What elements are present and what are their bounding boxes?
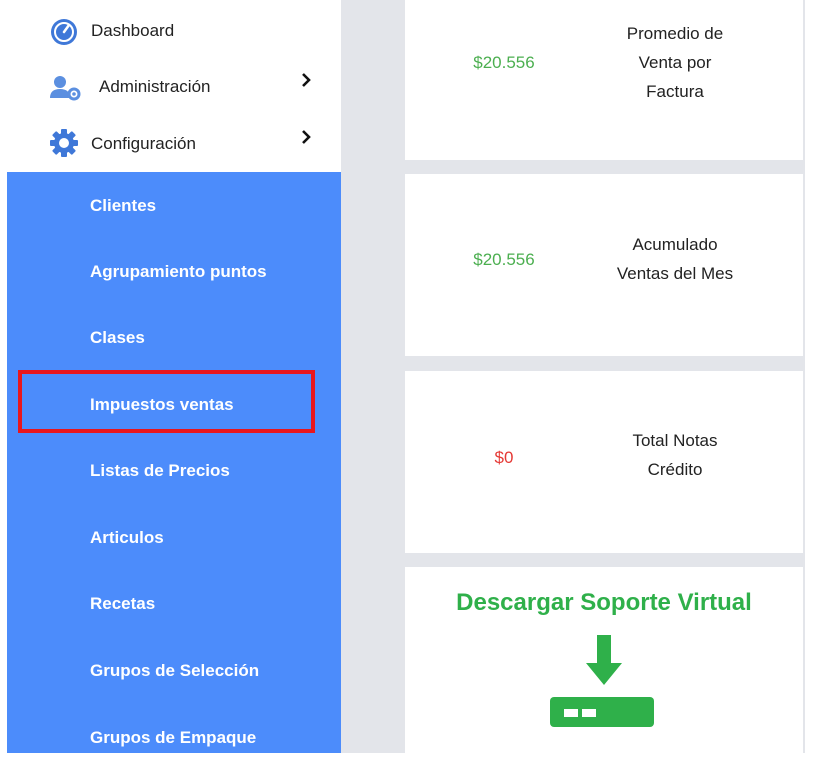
chevron-right-icon [300,129,312,145]
stat-value: $20.556 [473,53,535,72]
sidebar-item-administracion[interactable]: Administración [0,60,341,110]
gear-icon [48,127,80,159]
submenu-item-label: Recetas [90,594,156,613]
submenu-item-label: Articulos [90,528,164,547]
sidebar-item-configuracion[interactable]: Configuración [0,117,341,167]
submenu-item-impuestos-ventas[interactable]: Impuestos ventas [7,371,341,437]
submenu-item-label: Grupos de Selección [90,661,260,680]
submenu-item-label: Agrupamiento puntos [90,262,267,281]
sidebar-item-label: Administración [99,77,211,96]
submenu-item-label: Clientes [90,196,157,215]
chevron-right-icon [300,72,312,88]
gauge-icon [48,14,80,46]
sidebar-item-label: Dashboard [91,21,175,40]
submenu-item-agrupamiento-puntos[interactable]: Agrupamiento puntos [7,238,341,304]
stat-value: $20.556 [473,250,535,269]
stat-card-total-notas-credito: $0 Total Notas Crédito [405,371,803,553]
submenu-item-clases[interactable]: Clases [7,304,341,370]
download-title[interactable]: Descargar Soporte Virtual [405,589,803,617]
submenu-item-label: Grupos de Empaque [90,728,257,747]
stat-label: Total Notas Crédito [632,431,718,479]
stat-label: Promedio de Venta por Factura [626,24,724,101]
download-icon[interactable] [550,635,658,731]
sidebar-item-dashboard[interactable]: Dashboard [0,4,341,54]
download-card[interactable]: Descargar Soporte Virtual [405,567,803,753]
submenu-item-articulos[interactable]: Articulos [7,504,341,570]
submenu-item-grupos-de-empaque[interactable]: Grupos de Empaque [7,704,341,770]
sidebar: Dashboard Administración Configuración C… [0,0,341,753]
submenu-item-grupos-de-seleccion[interactable]: Grupos de Selección [7,637,341,703]
sidebar-item-label: Configuración [91,134,196,153]
stat-card-acumulado-ventas: $20.556 Acumulado Ventas del Mes [405,174,803,356]
main-content: $20.556 Promedio de Venta por Factura $2… [341,0,819,753]
users-gear-icon [48,70,81,102]
configuracion-submenu: Clientes Agrupamiento puntos Clases Impu… [7,172,341,753]
scrollbar[interactable] [805,0,819,753]
submenu-item-label: Impuestos ventas [90,395,234,414]
stat-label: Acumulado Ventas del Mes [616,235,734,283]
stat-card-promedio-venta: $20.556 Promedio de Venta por Factura [405,0,803,160]
submenu-item-listas-de-precios[interactable]: Listas de Precios [7,437,341,503]
submenu-item-label: Clases [90,328,145,347]
submenu-item-clientes[interactable]: Clientes [7,172,341,238]
submenu-item-label: Listas de Precios [90,461,230,480]
submenu-item-recetas[interactable]: Recetas [7,570,341,636]
stat-value: $0 [494,448,514,467]
